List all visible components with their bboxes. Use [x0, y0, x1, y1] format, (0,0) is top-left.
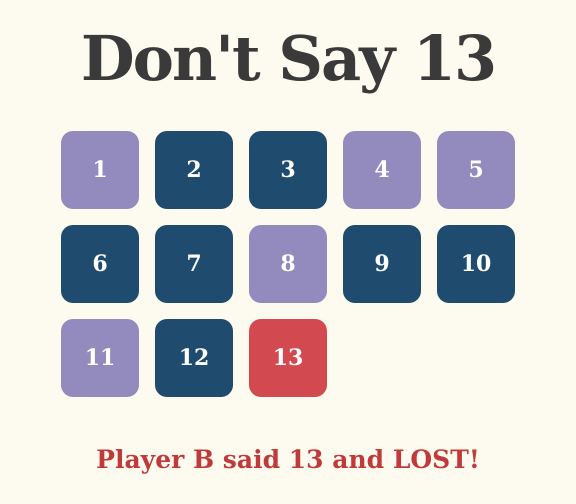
- number-tile-6[interactable]: 6: [61, 225, 139, 303]
- number-tile-4[interactable]: 4: [343, 131, 421, 209]
- number-tile-13[interactable]: 13: [249, 319, 327, 397]
- number-tile-5[interactable]: 5: [437, 131, 515, 209]
- number-tile-8[interactable]: 8: [249, 225, 327, 303]
- number-tile-7[interactable]: 7: [155, 225, 233, 303]
- number-tile-9[interactable]: 9: [343, 225, 421, 303]
- number-tile-11[interactable]: 11: [61, 319, 139, 397]
- number-tile-10[interactable]: 10: [437, 225, 515, 303]
- number-tile-12[interactable]: 12: [155, 319, 233, 397]
- game-status-message: Player B said 13 and LOST!: [96, 445, 480, 474]
- number-board: 1 2 3 4 5 6 7 8 9 10 11 12 13: [61, 131, 517, 397]
- number-tile-1[interactable]: 1: [61, 131, 139, 209]
- number-tile-2[interactable]: 2: [155, 131, 233, 209]
- number-tile-3[interactable]: 3: [249, 131, 327, 209]
- game-title: Don't Say 13: [80, 22, 497, 95]
